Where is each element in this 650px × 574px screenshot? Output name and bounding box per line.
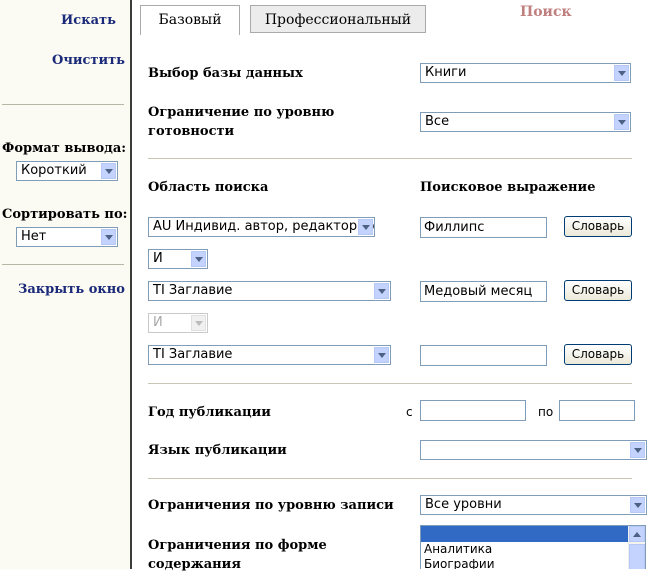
readiness-label-line1: Ограничение по уровню: [148, 105, 335, 120]
readiness-label-line2: готовности: [148, 124, 235, 139]
output-format-label: Формат вывода:: [2, 141, 127, 156]
language-select[interactable]: [420, 440, 647, 460]
list-item-selected[interactable]: [421, 526, 628, 542]
list-item[interactable]: Аналитика: [421, 542, 628, 557]
output-format-value: Короткий: [21, 163, 87, 178]
divider: [148, 158, 632, 159]
record-level-label: Ограничения по уровню записи: [148, 498, 394, 513]
output-format-select[interactable]: Короткий: [16, 161, 118, 181]
chevron-down-icon[interactable]: [630, 442, 645, 458]
tab-professional[interactable]: Профессиональный: [250, 5, 426, 33]
content-form-listbox[interactable]: Аналитика Биографии: [420, 525, 646, 569]
page-title: Поиск: [520, 4, 572, 20]
chevron-down-icon[interactable]: [614, 65, 629, 81]
search-field-select-2[interactable]: TI Заглавие: [148, 281, 391, 301]
database-select[interactable]: Книги: [420, 63, 631, 83]
year-from-label: с: [406, 405, 413, 419]
search-form-panel: Базовый Профессиональный Поиск Выбор баз…: [130, 0, 650, 572]
scroll-up-icon[interactable]: [629, 526, 645, 542]
search-field-select-1[interactable]: AU Индивид. автор, редактор, сос: [148, 217, 375, 237]
database-value: Книги: [425, 65, 467, 80]
sidebar: Искать Очистить Формат вывода: Короткий …: [0, 0, 130, 569]
sort-select[interactable]: Нет: [16, 227, 118, 247]
readiness-value: Все: [425, 114, 450, 129]
dictionary-button-2[interactable]: Словарь: [564, 280, 632, 301]
sidebar-divider: [2, 264, 124, 265]
sort-label: Сортировать по:: [2, 207, 128, 222]
chevron-down-icon[interactable]: [358, 219, 373, 235]
boolean-operator-select-2[interactable]: И: [148, 313, 208, 333]
year-from-input[interactable]: [420, 400, 526, 421]
search-term-input-3[interactable]: [420, 345, 547, 366]
divider: [148, 478, 632, 479]
search-expression-header: Поисковое выражение: [420, 180, 596, 195]
chevron-down-icon[interactable]: [614, 114, 629, 130]
search-field-value-1: AU Индивид. автор, редактор, сос: [153, 219, 375, 234]
boolean-operator-value-1: И: [153, 251, 163, 266]
sidebar-divider: [2, 104, 124, 105]
divider: [148, 383, 632, 384]
search-field-value-2: TI Заглавие: [153, 283, 233, 298]
dictionary-button-3[interactable]: Словарь: [564, 344, 632, 365]
chevron-down-icon[interactable]: [374, 347, 389, 363]
list-item[interactable]: Биографии: [421, 557, 628, 569]
search-term-input-2[interactable]: Медовый месяц: [420, 281, 547, 302]
year-label: Год публикации: [148, 405, 271, 420]
boolean-operator-select-1[interactable]: И: [148, 249, 208, 269]
vertical-scrollbar[interactable]: [628, 526, 645, 569]
chevron-down-icon[interactable]: [101, 163, 116, 179]
search-field-select-3[interactable]: TI Заглавие: [148, 345, 391, 365]
chevron-down-icon[interactable]: [630, 497, 645, 513]
readiness-select[interactable]: Все: [420, 112, 631, 132]
record-level-value: Все уровни: [425, 497, 502, 512]
chevron-down-icon[interactable]: [101, 229, 116, 245]
record-level-select[interactable]: Все уровни: [420, 495, 647, 515]
search-link[interactable]: Искать: [61, 13, 116, 28]
tab-basic[interactable]: Базовый: [140, 5, 240, 35]
boolean-operator-value-2: И: [153, 315, 163, 330]
search-term-input-1[interactable]: Филлипс: [420, 217, 547, 238]
year-to-input[interactable]: [559, 400, 635, 421]
year-to-label: по: [538, 405, 554, 419]
dictionary-button-1[interactable]: Словарь: [564, 216, 632, 237]
clear-link[interactable]: Очистить: [52, 53, 125, 68]
content-form-label-line2: содержания: [148, 557, 241, 572]
language-label: Язык публикации: [148, 443, 287, 458]
close-window-link[interactable]: Закрыть окно: [18, 282, 125, 297]
content-form-label-line1: Ограничения по форме: [148, 538, 327, 553]
search-field-value-3: TI Заглавие: [153, 347, 233, 362]
chevron-down-icon: [191, 315, 206, 331]
chevron-down-icon[interactable]: [374, 283, 389, 299]
database-label: Выбор базы данных: [148, 66, 303, 81]
search-area-header: Область поиска: [148, 180, 269, 195]
sort-value: Нет: [21, 229, 47, 244]
chevron-down-icon[interactable]: [191, 251, 206, 267]
scroll-thumb[interactable]: [629, 544, 645, 569]
